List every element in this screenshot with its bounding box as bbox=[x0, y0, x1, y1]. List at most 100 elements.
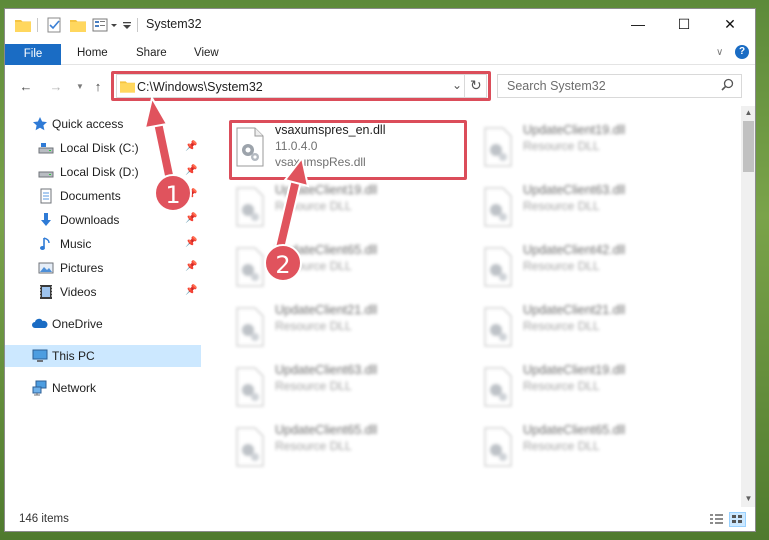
file-description: Resource DLL bbox=[523, 139, 600, 153]
tab-file[interactable]: File bbox=[5, 44, 61, 65]
search-box[interactable] bbox=[497, 74, 742, 98]
file-description: Resource DLL bbox=[523, 259, 600, 273]
network-icon bbox=[32, 380, 48, 396]
ribbon-tabs: File Home Share View ∨ ? bbox=[5, 40, 755, 65]
sidebar-item-label: Music bbox=[60, 237, 92, 251]
videos-icon bbox=[38, 284, 54, 300]
sidebar-item-onedrive[interactable]: OneDrive bbox=[5, 313, 201, 335]
file-list: vsaxumspres_en.dll 11.0.4.0 vsaxumspRes.… bbox=[207, 106, 741, 506]
file-tile[interactable]: UpdateClient42.dll Resource DLL bbox=[477, 238, 721, 292]
dll-file-icon bbox=[231, 126, 267, 168]
dll-file-icon bbox=[231, 306, 267, 348]
file-tile[interactable]: UpdateClient21.dll Resource DLL bbox=[477, 298, 721, 352]
file-name: UpdateClient21.dll bbox=[523, 303, 626, 317]
file-name: UpdateClient63.dll bbox=[275, 363, 378, 377]
file-description: vsaxumspRes.dll bbox=[275, 155, 366, 169]
large-icons-view-icon[interactable] bbox=[729, 512, 746, 527]
sidebar-item-music[interactable]: Music 📌 bbox=[5, 233, 201, 255]
properties-icon[interactable] bbox=[47, 16, 62, 33]
minimize-button[interactable]: — bbox=[615, 9, 661, 39]
new-folder-icon[interactable] bbox=[70, 16, 86, 33]
navigation-bar: ← → ▼ ↑ C:\Windows\System32 ⌄ ↻ bbox=[5, 71, 755, 101]
details-view-icon[interactable] bbox=[708, 512, 725, 527]
sidebar-item-label: Network bbox=[52, 381, 97, 395]
window-title: System32 bbox=[146, 17, 202, 31]
sidebar-item-local-disk-c[interactable]: Local Disk (C:) 📌 bbox=[5, 137, 201, 159]
tab-home[interactable]: Home bbox=[77, 43, 108, 63]
file-tile[interactable]: UpdateClient19.dll Resource DLL bbox=[229, 178, 473, 232]
scroll-up-arrow[interactable]: ▲ bbox=[741, 108, 755, 117]
sidebar-item-label: Pictures bbox=[60, 261, 104, 275]
sidebar-item-videos[interactable]: Videos 📌 bbox=[5, 281, 201, 303]
scroll-thumb[interactable] bbox=[743, 121, 754, 172]
refresh-icon[interactable]: ↻ bbox=[470, 77, 482, 94]
sidebar-item-network[interactable]: Network bbox=[5, 377, 201, 399]
music-icon bbox=[38, 236, 54, 252]
pictures-icon bbox=[38, 260, 54, 276]
drive-icon bbox=[38, 140, 54, 156]
search-icon[interactable] bbox=[721, 78, 734, 94]
file-tile[interactable]: UpdateClient19.dll Resource DLL bbox=[477, 358, 721, 412]
file-name: UpdateClient19.dll bbox=[523, 363, 626, 377]
up-button[interactable]: ↑ bbox=[89, 78, 107, 96]
file-tile[interactable]: UpdateClient63.dll Resource DLL bbox=[229, 358, 473, 412]
status-bar: 146 items bbox=[5, 509, 755, 531]
address-bar[interactable]: C:\Windows\System32 ⌄ ↻ bbox=[116, 74, 487, 98]
file-description: Resource DLL bbox=[523, 319, 600, 333]
file-description: Resource DLL bbox=[275, 379, 352, 393]
help-icon[interactable]: ? bbox=[735, 45, 749, 59]
file-name: UpdateClient42.dll bbox=[523, 243, 626, 257]
maximize-button[interactable]: ☐ bbox=[661, 9, 707, 39]
sidebar-item-label: This PC bbox=[52, 349, 95, 363]
forward-button[interactable]: → bbox=[47, 78, 65, 96]
chevron-down-icon[interactable] bbox=[122, 16, 132, 33]
pin-icon: 📌 bbox=[185, 213, 198, 224]
file-tile[interactable]: UpdateClient19.dll Resource DLL bbox=[477, 118, 721, 172]
sidebar-item-quick-access[interactable]: Quick access bbox=[5, 113, 201, 135]
pin-icon: 📌 bbox=[185, 285, 198, 296]
documents-icon bbox=[38, 188, 54, 204]
back-button[interactable]: ← bbox=[17, 78, 35, 96]
file-description: Resource DLL bbox=[275, 199, 352, 213]
vertical-scrollbar[interactable]: ▲ ▼ bbox=[741, 106, 755, 507]
dll-file-icon bbox=[479, 306, 515, 348]
file-tile[interactable]: UpdateClient63.dll Resource DLL bbox=[477, 178, 721, 232]
sidebar-item-label: Downloads bbox=[60, 213, 120, 227]
tab-share[interactable]: Share bbox=[136, 43, 167, 63]
dll-file-icon bbox=[479, 246, 515, 288]
file-description: Resource DLL bbox=[523, 439, 600, 453]
customize-quick-access-icon[interactable] bbox=[92, 16, 120, 33]
dll-file-icon bbox=[479, 366, 515, 408]
sidebar-item-downloads[interactable]: Downloads 📌 bbox=[5, 209, 201, 231]
pin-icon: 📌 bbox=[185, 141, 198, 152]
sidebar-item-pictures[interactable]: Pictures 📌 bbox=[5, 257, 201, 279]
navigation-pane: Quick access Local Disk (C:) 📌 Local Dis… bbox=[5, 109, 201, 505]
title-bar: System32 — ☐ ✕ bbox=[5, 9, 755, 40]
pin-icon: 📌 bbox=[185, 237, 198, 248]
address-dropdown-icon[interactable]: ⌄ bbox=[452, 78, 462, 92]
search-input[interactable] bbox=[507, 79, 707, 93]
downloads-icon bbox=[38, 212, 54, 228]
scroll-down-arrow[interactable]: ▼ bbox=[741, 494, 755, 503]
file-tile[interactable]: UpdateClient65.dll Resource DLL bbox=[229, 418, 473, 472]
recent-locations-button[interactable]: ▼ bbox=[71, 78, 89, 96]
dll-file-icon bbox=[479, 186, 515, 228]
file-name: UpdateClient19.dll bbox=[275, 183, 378, 197]
address-path: C:\Windows\System32 bbox=[137, 80, 263, 94]
sidebar-item-this-pc[interactable]: This PC bbox=[5, 345, 201, 367]
file-description: Resource DLL bbox=[523, 379, 600, 393]
sidebar-item-label: OneDrive bbox=[52, 317, 103, 331]
file-tile-highlighted[interactable]: vsaxumspres_en.dll 11.0.4.0 vsaxumspRes.… bbox=[229, 118, 473, 172]
tab-view[interactable]: View bbox=[194, 43, 219, 63]
file-name: UpdateClient65.dll bbox=[523, 423, 626, 437]
pin-icon: 📌 bbox=[185, 261, 198, 272]
file-tile[interactable]: UpdateClient21.dll Resource DLL bbox=[229, 298, 473, 352]
dll-file-icon bbox=[479, 126, 515, 168]
step-1-callout: 1 bbox=[154, 174, 192, 212]
folder-icon bbox=[15, 16, 31, 33]
expand-ribbon-icon[interactable]: ∨ bbox=[716, 43, 723, 63]
drive-icon bbox=[38, 164, 54, 180]
file-description: Resource DLL bbox=[275, 319, 352, 333]
close-button[interactable]: ✕ bbox=[707, 9, 753, 39]
file-tile[interactable]: UpdateClient65.dll Resource DLL bbox=[477, 418, 721, 472]
